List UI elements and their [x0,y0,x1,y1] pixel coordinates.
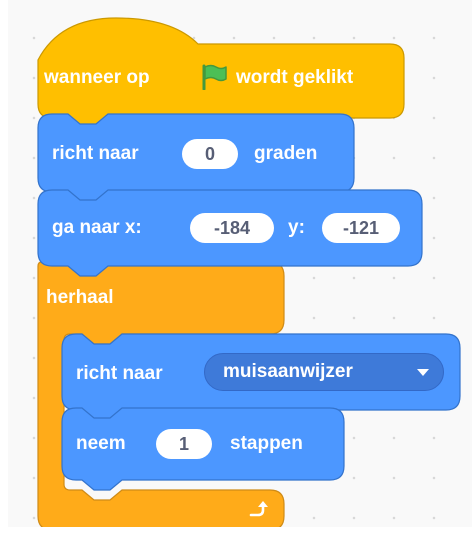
x-input[interactable]: -184 [190,213,274,243]
move-label: neem [76,433,126,454]
direction-input[interactable]: 0 [182,139,238,169]
green-flag-icon [202,64,227,90]
steps-label: stappen [230,433,303,454]
point-direction-label: richt naar [52,143,139,164]
steps-input[interactable]: 1 [156,429,212,459]
goto-y-label: y: [288,217,305,238]
goto-x-label: ga naar x: [52,217,142,238]
point-towards-label: richt naar [76,363,163,384]
chevron-down-icon [417,369,429,376]
towards-dropdown[interactable]: muisaanwijzer [204,353,444,391]
event-when-label: wanneer op [44,67,150,88]
towards-dropdown-value: muisaanwijzer [223,361,353,382]
forever-label: herhaal [46,287,114,308]
workspace-bottom-border [0,527,472,537]
event-clicked-label: wordt geklikt [236,67,354,88]
code-workspace[interactable]: wanneer op wordt geklikt richt naar 0 gr… [0,0,472,537]
y-input[interactable]: -121 [322,213,400,243]
loop-arrow-icon [249,501,268,517]
degrees-label: graden [254,143,318,164]
